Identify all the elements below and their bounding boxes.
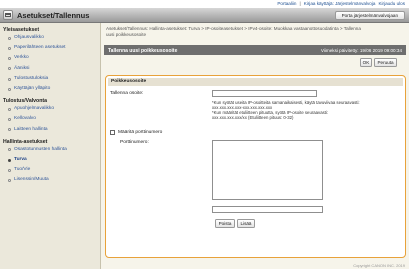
bullet-icon [8,158,11,162]
panel-heading: Poikkeusosoite [108,78,403,86]
top-links: Portaaliin | Kirjaa käyttäjä: Järjestelm… [277,1,405,6]
sidebar-item-label: Ohjausvalikko [14,35,44,40]
exception-address-panel: Poikkeusosoite Tallenna osoite: *Kun syö… [105,75,406,258]
sidebar-item-label: Tulostustuloksia [14,75,49,81]
port-number-label: Porttinumero: [120,140,149,145]
sidebar-item-label: Tuo/Vie [14,167,31,173]
sidebar-item-sound[interactable]: Ääniksi [0,64,100,74]
copyright: Copyright CANON INC. 2019 [353,263,405,268]
note-line: xxx.xxx.xxx.xxx/xx (Etuliitteen pituus: … [212,115,294,120]
bullet-icon [8,46,11,50]
bullet-icon [8,36,11,40]
sidebar-item-device-management[interactable]: Laitteen hallinta [0,125,100,135]
sidebar-item-control-menu[interactable]: Ohjausvalikko [0,33,100,43]
sidebar-item-user-maintenance[interactable]: Käyttäjän ylläpito [0,84,100,94]
bullet-icon [8,77,11,81]
portal-link[interactable]: Portaaliin [277,1,296,6]
sidebar-item-label: Verkko [14,55,29,61]
bullet-icon [8,179,11,183]
app-header: Asetukset/Tallennus Porta järjestelmänva… [0,8,409,23]
app-title: Asetukset/Tallennus [17,11,90,20]
settings-icon [3,10,13,20]
address-input[interactable] [212,90,317,97]
sidebar-item-department-id[interactable]: Osastotunnusten hallinta [0,145,100,155]
portal-admin-button[interactable]: Porta järjestelmänvalvojaan [334,11,405,20]
sidebar-heading: Tulostus/Valvonta [3,98,48,105]
bullet-icon [8,87,11,91]
page-header: Tallenna uusi poikkeusosoite Viimeksi pä… [104,45,406,55]
sidebar-item-label: Lisenssin/Muuta [14,177,49,183]
ok-button[interactable]: OK [360,58,372,67]
main-content: Asetukset/Tallennus: Hallinta-asetukset:… [101,23,409,269]
logout-link[interactable]: Kirjaudu ulos [378,1,405,6]
sidebar-item-import-export[interactable]: Tuo/Vie [0,165,100,175]
breadcrumb-line: Asetukset/Tallennus: Hallinta-asetukset:… [106,26,361,31]
sidebar-item-security[interactable]: Turva [0,155,100,165]
sidebar-item-utility-menu[interactable]: Apuohjelmavalikko [0,104,100,114]
current-user: Kirjaa käyttäjä: Järjestelmänvalvoja [303,1,376,6]
bullet-icon [8,57,11,61]
breadcrumb-line: uusi poikkeusosoite [106,32,147,37]
bullet-icon [8,67,11,71]
separator: | [299,1,301,6]
port-checkbox-label: Määritä porttinumero [118,130,163,135]
sidebar-item-print-results[interactable]: Tulostustuloksia [0,74,100,84]
bullet-icon [8,107,11,111]
page-title: Tallenna uusi poikkeusosoite [108,47,178,54]
sidebar-item-label: Kellovalvo [14,116,36,122]
sidebar-item-label: Apuohjelmavalikko [14,106,54,112]
sidebar-item-license-other[interactable]: Lisenssin/Muuta [0,175,100,185]
bullet-icon [8,128,11,132]
address-label: Tallenna osoite: [110,91,144,96]
cancel-button[interactable]: Peruuta [374,58,397,67]
sidebar-item-label: Käyttäjän ylläpito [14,85,51,91]
bullet-icon [8,148,11,152]
sidebar-item-label: Ääniksi [14,65,30,71]
top-bar: Portaaliin | Kirjaa käyttäjä: Järjestelm… [0,0,409,8]
delete-button[interactable]: Poista [215,219,235,228]
sidebar-item-monitor[interactable]: Kellovalvo [0,114,100,124]
address-note: *Kun syötät useita IP-osoitteita samanai… [212,100,392,120]
sidebar-item-label: Osastotunnusten hallinta [14,146,67,152]
sidebar-item-label: Turva [14,156,27,162]
sidebar-item-paper-source[interactable]: Paperilähteen asetukset [0,43,100,53]
last-updated: Viimeksi päivitetty: 19/06 2019 09:00:34 [320,47,402,53]
sidebar-item-label: Paperilähteen asetukset [14,45,66,51]
port-number-input[interactable] [212,206,323,213]
sidebar-item-label: Laitteen hallinta [14,126,48,132]
bullet-icon [8,168,11,172]
port-number-checkbox[interactable] [110,130,115,135]
add-button[interactable]: Lisää [237,219,255,228]
sidebar: Yleisasetukset Ohjausvalikko Paperilähte… [0,23,101,269]
sidebar-heading: Hallinta-asetukset [3,138,48,145]
sidebar-heading: Yleisasetukset [3,27,40,33]
breadcrumb: Asetukset/Tallennus: Hallinta-asetukset:… [106,26,404,38]
bullet-icon [8,118,11,122]
port-number-list[interactable] [212,140,323,200]
sidebar-item-network[interactable]: Verkko [0,53,100,63]
